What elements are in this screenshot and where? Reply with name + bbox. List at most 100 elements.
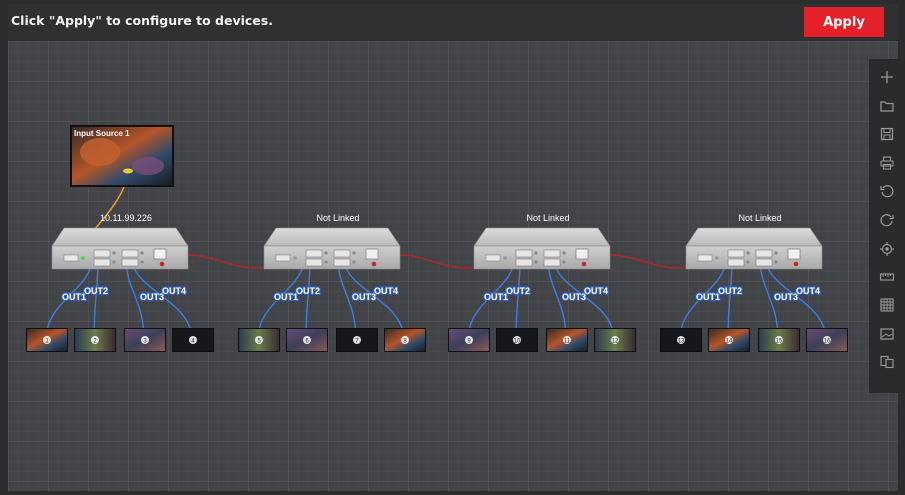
output-screen[interactable]: 12: [594, 328, 636, 352]
output-screen[interactable]: 15: [758, 328, 800, 352]
device-output-port: [333, 258, 351, 267]
output-port-label: OUT3: [562, 292, 586, 302]
undo-icon[interactable]: [877, 181, 897, 201]
device-output-port: [121, 249, 139, 258]
output-screen-number: 15: [776, 339, 783, 345]
device-led: [140, 260, 144, 264]
device-output-port: [515, 258, 533, 267]
device-cascade-port: [371, 261, 377, 267]
output-screen-number: 14: [726, 339, 733, 345]
output-port-label: OUT1: [274, 292, 298, 302]
device-led: [534, 260, 538, 264]
device-input-port: [697, 254, 713, 262]
device-cascade-port: [793, 261, 799, 267]
locate-icon[interactable]: [877, 239, 897, 259]
output-port-label: OUT2: [84, 286, 108, 296]
output-screen[interactable]: 10: [496, 328, 538, 352]
device-output-port: [305, 249, 323, 258]
device-output-port: [727, 258, 745, 267]
device-output-port: [93, 258, 111, 267]
output-port-label: OUT3: [774, 292, 798, 302]
output-screen[interactable]: 16: [806, 328, 848, 352]
output-screen[interactable]: 14: [708, 328, 750, 352]
device-status-label: Not Linked: [738, 213, 781, 223]
device-output-port: [305, 258, 323, 267]
input-source-label: Input Source 1: [74, 129, 130, 138]
device-output-port: [543, 249, 561, 258]
device-led: [324, 260, 328, 264]
apply-button[interactable]: Apply: [804, 7, 884, 37]
output-screen[interactable]: 1: [26, 328, 68, 352]
output-port-label: OUT4: [374, 286, 398, 296]
grid-icon[interactable]: [877, 295, 897, 315]
output-screen-number: 16: [824, 339, 831, 345]
device-led: [352, 251, 356, 255]
output-port-label: OUT2: [718, 286, 742, 296]
output-screen[interactable]: 8: [384, 328, 426, 352]
print-icon[interactable]: [877, 153, 897, 173]
device-status-label: Not Linked: [316, 213, 359, 223]
output-screen[interactable]: 7: [336, 328, 378, 352]
device-led: [140, 251, 144, 255]
device-led: [503, 256, 507, 260]
device-led: [746, 251, 750, 255]
output-screen-number: 12: [612, 339, 619, 345]
output-screen[interactable]: 5: [238, 328, 280, 352]
right-toolbar: [869, 59, 905, 393]
device-control-port: [575, 248, 589, 260]
output-screen-number: 11: [564, 339, 571, 345]
open-folder-icon[interactable]: [877, 96, 897, 116]
device-control-port: [787, 248, 801, 260]
device-led: [534, 251, 538, 255]
device-cascade-port: [581, 261, 587, 267]
redo-icon[interactable]: [877, 210, 897, 230]
add-icon[interactable]: [877, 67, 897, 87]
device-led: [352, 260, 356, 264]
input-source-node[interactable]: Input Source 1: [70, 125, 174, 187]
device-led: [324, 251, 328, 255]
device-control-port: [365, 248, 379, 260]
device-output-port: [755, 249, 773, 258]
output-port-label: OUT4: [162, 286, 186, 296]
device-led: [293, 256, 297, 260]
device-output-port: [93, 249, 111, 258]
input-source-coral: [80, 138, 120, 166]
device-cascade-port: [159, 261, 165, 267]
output-screen[interactable]: 11: [546, 328, 588, 352]
device-control-port: [153, 248, 167, 260]
output-screen[interactable]: 2: [74, 328, 116, 352]
output-screen[interactable]: 13: [660, 328, 702, 352]
device-led: [746, 260, 750, 264]
output-port-label: OUT4: [796, 286, 820, 296]
output-screen[interactable]: 9: [448, 328, 490, 352]
output-port-label: OUT1: [484, 292, 508, 302]
device-output-port: [543, 258, 561, 267]
ruler-icon[interactable]: [877, 267, 897, 287]
output-screen[interactable]: 4: [172, 328, 214, 352]
output-port-label: OUT3: [140, 292, 164, 302]
device-led: [715, 256, 719, 260]
device-led: [774, 251, 778, 255]
output-port-label: OUT2: [506, 286, 530, 296]
device-status-label: 10.11.99.226: [100, 213, 152, 223]
device-output-port: [755, 258, 773, 267]
save-icon[interactable]: [877, 124, 897, 144]
input-source-coral: [132, 157, 164, 175]
output-port-label: OUT2: [296, 286, 320, 296]
device-output-port: [121, 258, 139, 267]
output-screen[interactable]: 6: [286, 328, 328, 352]
output-screen[interactable]: 3: [124, 328, 166, 352]
output-screen-number: 10: [514, 339, 521, 345]
device-led: [81, 256, 85, 260]
copy-icon[interactable]: [877, 352, 897, 372]
device-led: [774, 260, 778, 264]
image-icon[interactable]: [877, 324, 897, 344]
device-output-port: [727, 249, 745, 258]
instruction-text: Click "Apply" to configure to devices.: [11, 13, 273, 28]
device-led: [562, 251, 566, 255]
device-box-top: [51, 227, 189, 247]
device-box-top: [263, 227, 401, 247]
output-port-label: OUT1: [696, 292, 720, 302]
output-port-label: OUT1: [62, 292, 86, 302]
device-box-top: [685, 227, 823, 247]
